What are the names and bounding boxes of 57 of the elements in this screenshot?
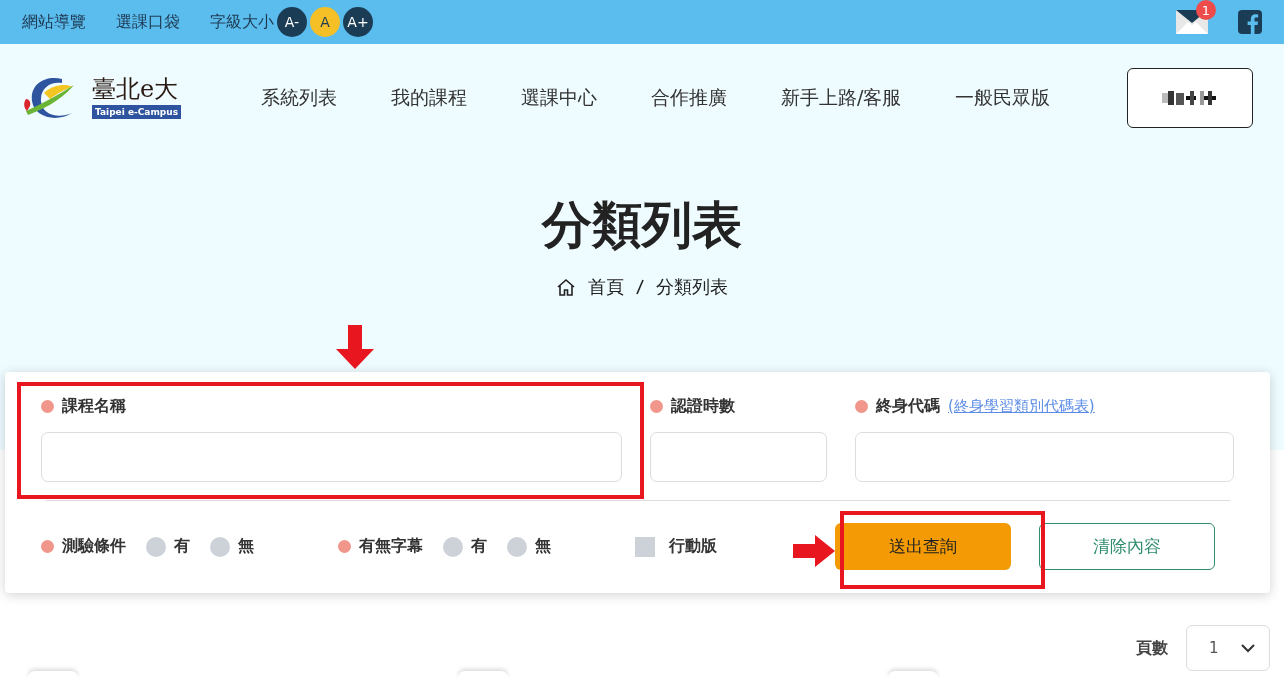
- checkbox-label: 行動版: [669, 536, 717, 557]
- page-label: 頁數: [1136, 637, 1168, 659]
- chevron-down-icon: [1241, 643, 1255, 653]
- bullet-dot: [41, 399, 54, 413]
- radio-button[interactable]: [146, 536, 166, 557]
- page-select[interactable]: 1: [1186, 625, 1270, 671]
- bullet-dot: [338, 540, 351, 553]
- radio-label: 有: [471, 536, 487, 557]
- field-label: 終身代碼: [876, 395, 940, 417]
- breadcrumb-current: 分類列表: [656, 275, 728, 299]
- bullet-dot: [41, 540, 54, 553]
- nav-link[interactable]: 新手上路/客服: [781, 85, 902, 111]
- font-size-button[interactable]: A: [310, 7, 340, 37]
- page-title: 分類列表: [542, 195, 742, 256]
- font-size-button[interactable]: A-: [277, 7, 307, 37]
- nav-link[interactable]: 合作推廣: [651, 85, 727, 111]
- card-circle-edge: [458, 671, 508, 678]
- radio-label: 無: [535, 536, 551, 557]
- down-arrow-icon: [336, 325, 374, 369]
- card-circle-edge: [888, 671, 938, 678]
- font-size-label: 字級大小: [210, 11, 274, 33]
- option-label: 有無字幕: [359, 536, 423, 557]
- top-link[interactable]: 網站導覽: [22, 11, 86, 33]
- login-button[interactable]: [1127, 68, 1253, 128]
- bullet-dot: [855, 399, 868, 413]
- bullet-dot: [650, 399, 664, 413]
- nav-link[interactable]: 一般民眾版: [955, 85, 1051, 111]
- field-label: 認證時數: [671, 395, 736, 417]
- input-field[interactable]: [650, 432, 827, 482]
- submit-button[interactable]: 送出查詢: [835, 523, 1011, 570]
- radio-button[interactable]: [443, 536, 463, 557]
- notification-badge: 1: [1196, 0, 1216, 20]
- card-circle-edge: [28, 671, 78, 678]
- facebook-icon[interactable]: [1238, 10, 1262, 34]
- home-icon[interactable]: [556, 278, 576, 296]
- radio-label: 有: [174, 536, 190, 557]
- option-label: 測驗條件: [62, 536, 126, 557]
- nav-link[interactable]: 選課中心: [521, 85, 597, 111]
- right-arrow-icon: [793, 535, 835, 567]
- logo-title: 臺北e大: [92, 77, 180, 101]
- top-link[interactable]: 選課口袋: [116, 11, 180, 33]
- code-table-link[interactable]: (終身學習類別代碼表): [948, 396, 1095, 416]
- radio-button[interactable]: [210, 536, 230, 557]
- input-field[interactable]: [41, 432, 623, 482]
- nav-link[interactable]: 系統列表: [261, 85, 337, 111]
- pixelated-mark: [1162, 91, 1218, 105]
- breadcrumb-link[interactable]: 首頁: [588, 275, 624, 299]
- input-field[interactable]: [855, 432, 1234, 482]
- radio-button[interactable]: [507, 536, 527, 557]
- font-size-button[interactable]: A+: [343, 7, 373, 37]
- radio-label: 無: [238, 536, 254, 557]
- checkbox[interactable]: [635, 536, 655, 557]
- field-label: 課程名稱: [62, 395, 126, 417]
- breadcrumb-separator-icon: [636, 279, 644, 295]
- nav-link[interactable]: 我的課程: [391, 85, 467, 111]
- clear-button[interactable]: 清除內容: [1039, 523, 1215, 570]
- logo-subtitle: Taipei e-Campus: [92, 105, 181, 119]
